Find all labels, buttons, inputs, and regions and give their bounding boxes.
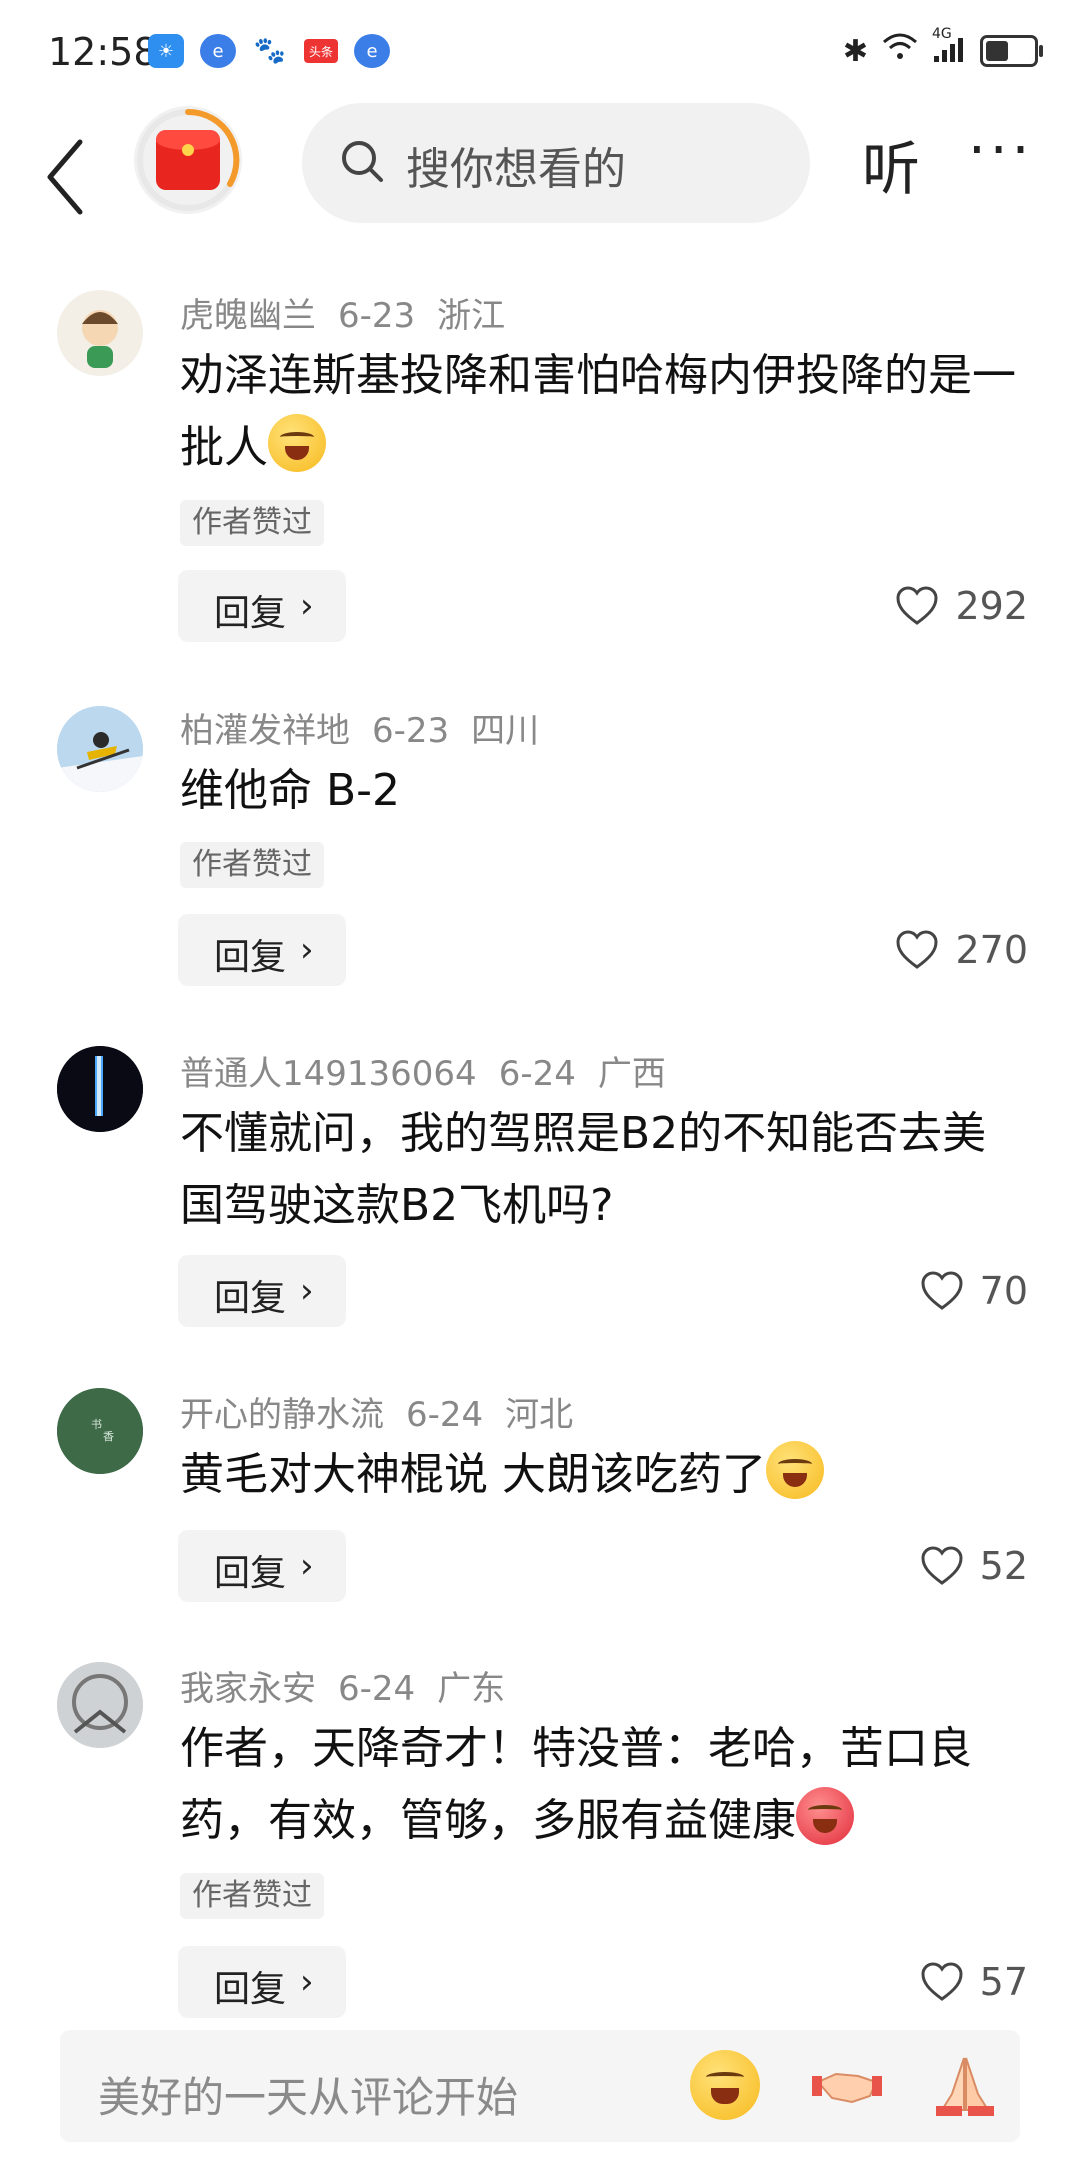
username[interactable]: 普通人149136064: [180, 1054, 477, 1094]
username[interactable]: 虎魄幽兰: [180, 296, 316, 336]
username[interactable]: 开心的静水流: [180, 1395, 384, 1435]
handshake-icon: [812, 2072, 882, 2104]
comment-text: 不懂就问，我的驾照是B2的不知能否去美国驾驶这款B2飞机吗?: [180, 1108, 987, 1231]
author-liked-badge: 作者赞过: [180, 500, 324, 546]
author-liked-badge: 作者赞过: [180, 842, 324, 888]
laughing-emoji-icon: [690, 2050, 760, 2120]
laughing-emoji-icon: [766, 1441, 824, 1499]
reply-button[interactable]: 回复 ›: [178, 1946, 346, 2018]
reply-label: 回复: [214, 1969, 287, 2010]
comment-text: 维他命 B-2: [180, 765, 401, 816]
heart-icon: [921, 1271, 963, 1310]
reply-label: 回复: [214, 593, 287, 634]
comment-date: 6-24: [338, 1669, 416, 1709]
pray-hands-icon: [936, 2057, 994, 2116]
comment-input-placeholder: 美好的一天从评论开始: [98, 2073, 519, 2122]
comment-text: 黄毛对大神棍说 大朗该吃药了: [180, 1439, 1030, 1511]
avatar[interactable]: [57, 706, 143, 792]
signal-icon: 4G: [932, 26, 966, 68]
reply-label: 回复: [214, 1278, 287, 1319]
author-liked-badge: 作者赞过: [180, 1873, 324, 1919]
reply-button[interactable]: 回复 ›: [178, 570, 346, 642]
status-bar: 12:58 ☀ e 🐾 头条 e ✱ 4G: [0, 0, 1080, 104]
chevron-right-icon: ›: [300, 586, 314, 626]
pray-emoji-button[interactable]: [930, 2050, 1000, 2120]
like-count: 57: [979, 1960, 1028, 2004]
comment-location: 河北: [505, 1395, 574, 1435]
bluetooth-icon: ✱: [842, 33, 868, 69]
chevron-right-icon: ›: [300, 1271, 314, 1311]
laughing-emoji-icon: [268, 414, 326, 472]
heart-icon: [896, 930, 938, 969]
svg-text:书: 书: [91, 1418, 102, 1431]
comment-meta: 普通人149136064 6-24 广西: [180, 1046, 688, 1095]
laughing-emoji-button[interactable]: [690, 2050, 760, 2120]
reply-label: 回复: [214, 937, 287, 978]
avatar[interactable]: [57, 1046, 143, 1132]
comment-text: 劝泽连斯基投降和害怕哈梅内伊投降的是一批人: [180, 350, 1016, 473]
angry-emoji-icon: [796, 1787, 854, 1845]
avatar[interactable]: [57, 290, 143, 376]
like-button[interactable]: 57: [920, 1946, 1028, 2018]
comment-date: 6-23: [338, 296, 416, 336]
like-button[interactable]: 70: [920, 1255, 1028, 1327]
reply-button[interactable]: 回复 ›: [178, 1530, 346, 1602]
comment-location: 广西: [597, 1054, 666, 1094]
username[interactable]: 柏灌发祥地: [180, 711, 350, 751]
browser-icon: e: [200, 34, 236, 68]
battery-icon: [980, 35, 1043, 67]
status-time: 12:58: [48, 30, 158, 74]
handshake-emoji-button[interactable]: [812, 2050, 882, 2120]
system-icons: ✱ 4G: [842, 26, 1043, 70]
chevron-right-icon: ›: [300, 1546, 314, 1586]
comment-location: 四川: [471, 711, 540, 751]
listen-button[interactable]: 听: [862, 122, 920, 206]
weather-icon: ☀: [148, 34, 184, 68]
comment-meta: 虎魄幽兰 6-23 浙江: [180, 288, 527, 337]
svg-text:香: 香: [103, 1430, 114, 1443]
toutiao-icon: 头条: [304, 39, 338, 63]
comment-input[interactable]: 美好的一天从评论开始: [60, 2030, 1020, 2142]
more-button[interactable]: ···: [968, 118, 1033, 183]
back-button[interactable]: [40, 132, 110, 222]
red-envelope-icon: [156, 130, 220, 190]
reply-button[interactable]: 回复 ›: [178, 914, 346, 986]
like-button[interactable]: 52: [920, 1530, 1028, 1602]
search-icon: [342, 141, 383, 182]
wifi-icon: [882, 32, 918, 70]
comment-date: 6-24: [406, 1395, 484, 1435]
like-count: 270: [955, 928, 1028, 972]
like-count: 292: [955, 584, 1028, 628]
username[interactable]: 我家永安: [180, 1669, 316, 1709]
comment-location: 浙江: [437, 296, 506, 336]
heart-icon: [921, 1546, 963, 1585]
like-button[interactable]: 270: [895, 914, 1028, 986]
like-count: 70: [979, 1269, 1028, 1313]
heart-icon: [896, 586, 938, 625]
chevron-right-icon: ›: [300, 930, 314, 970]
heart-icon: [921, 1962, 963, 2001]
notification-icons: ☀ e 🐾 头条 e: [148, 34, 390, 68]
avatar[interactable]: [57, 1662, 143, 1748]
chevron-right-icon: ›: [300, 1962, 314, 2002]
browser-icon: e: [354, 34, 390, 68]
avatar[interactable]: 书香: [57, 1388, 143, 1474]
like-count: 52: [979, 1544, 1028, 1588]
reply-label: 回复: [214, 1553, 287, 1594]
comment-meta: 柏灌发祥地 6-23 四川: [180, 703, 561, 752]
baidu-icon: 🐾: [252, 34, 288, 68]
comment-date: 6-24: [498, 1054, 576, 1094]
comment-meta: 开心的静水流 6-24 河北: [180, 1387, 595, 1436]
comment-meta: 我家永安 6-24 广东: [180, 1661, 527, 1710]
reply-button[interactable]: 回复 ›: [178, 1255, 346, 1327]
like-button[interactable]: 292: [895, 570, 1028, 642]
chevron-left-icon: [47, 139, 83, 215]
comment-location: 广东: [437, 1669, 506, 1709]
search-input[interactable]: 搜你想看的: [302, 103, 810, 223]
red-packet-button[interactable]: [134, 106, 242, 214]
comment-text: 作者，天降奇才！特没普：老哈，苦口良药，有效，管够，多服有益健康: [180, 1723, 972, 1846]
comment-date: 6-23: [372, 711, 450, 751]
search-placeholder: 搜你想看的: [406, 144, 626, 195]
